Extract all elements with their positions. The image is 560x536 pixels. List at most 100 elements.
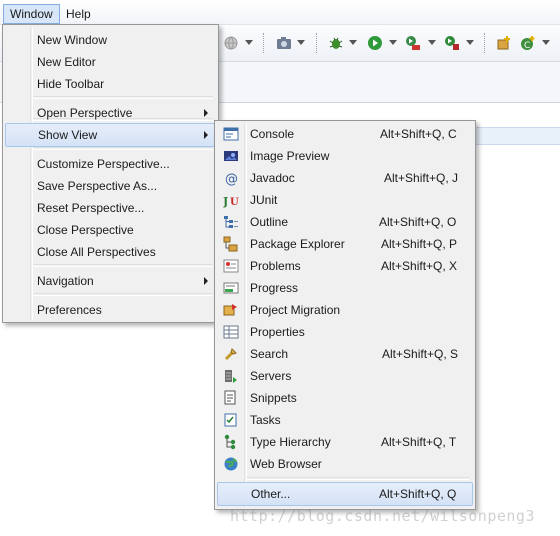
svg-text:@: @ bbox=[225, 172, 238, 186]
run-dropdown-icon[interactable] bbox=[389, 40, 397, 45]
menu-item-label: Preferences bbox=[37, 303, 102, 317]
external-tools-icon[interactable] bbox=[444, 35, 460, 51]
menu-item-new-editor[interactable]: New Editor bbox=[6, 51, 215, 73]
shortcut-label: Alt+Shift+Q, T bbox=[381, 435, 457, 449]
search-icon bbox=[224, 348, 237, 361]
menu-item-label: Navigation bbox=[37, 274, 94, 288]
view-item-problems[interactable]: Problems Alt+Shift+Q, X bbox=[218, 255, 471, 277]
view-item-label: Type Hierarchy bbox=[250, 435, 331, 449]
globe-icon[interactable] bbox=[223, 35, 239, 51]
view-item-web-browser[interactable]: Web Browser bbox=[218, 453, 471, 475]
view-item-junit[interactable]: J U JUnit bbox=[218, 189, 471, 211]
shortcut-label: Alt+Shift+Q, S bbox=[382, 347, 459, 361]
view-item-label: Outline bbox=[250, 215, 289, 229]
show-view-submenu: Console Alt+Shift+Q, C Image Preview @ Javad… bbox=[214, 120, 476, 510]
menu-separator bbox=[33, 264, 213, 267]
menu-item-show-view[interactable]: Show View bbox=[5, 123, 216, 147]
toolbar-separator bbox=[263, 33, 265, 53]
menu-item-label: Hide Toolbar bbox=[37, 77, 105, 91]
view-item-label: Javadoc bbox=[250, 171, 295, 185]
menu-window[interactable]: Window bbox=[3, 4, 60, 24]
coverage-dropdown-icon[interactable] bbox=[428, 40, 436, 45]
new-class-dropdown-icon[interactable] bbox=[542, 40, 550, 45]
menu-item-preferences[interactable]: Preferences bbox=[6, 299, 215, 321]
javadoc-icon: @ bbox=[225, 172, 238, 186]
globe-dropdown-icon[interactable] bbox=[245, 40, 253, 45]
menu-help[interactable]: Help bbox=[60, 4, 97, 24]
submenu-arrow-icon bbox=[204, 277, 208, 285]
view-item-search[interactable]: Search Alt+Shift+Q, S bbox=[218, 343, 471, 365]
coverage-icon[interactable] bbox=[405, 35, 421, 51]
menu-item-label: Close All Perspectives bbox=[37, 245, 156, 259]
view-item-label: Tasks bbox=[250, 413, 281, 427]
view-item-label: Servers bbox=[250, 369, 292, 383]
menu-item-close-all-perspectives[interactable]: Close All Perspectives bbox=[6, 241, 215, 263]
view-item-javadoc[interactable]: @ Javadoc Alt+Shift+Q, J bbox=[218, 167, 471, 189]
debug-dropdown-icon[interactable] bbox=[349, 40, 357, 45]
tasks-icon bbox=[224, 413, 237, 427]
submenu-arrow-icon bbox=[204, 131, 208, 139]
view-item-label: Package Explorer bbox=[250, 237, 345, 251]
outline-icon bbox=[224, 216, 238, 228]
menu-separator bbox=[247, 477, 469, 480]
menu-separator bbox=[33, 96, 213, 99]
new-class-icon[interactable]: C bbox=[520, 35, 536, 51]
view-item-label: Snippets bbox=[250, 391, 297, 405]
menu-item-customize-perspective[interactable]: Customize Perspective... bbox=[6, 153, 215, 175]
view-item-project-migration[interactable]: Project Migration bbox=[218, 299, 471, 321]
menu-item-label: New Window bbox=[37, 33, 108, 47]
view-item-console[interactable]: Console Alt+Shift+Q, C bbox=[218, 123, 471, 145]
toolbar-separator bbox=[484, 33, 486, 53]
web-browser-icon bbox=[224, 457, 238, 471]
menu-item-label: Close Perspective bbox=[37, 223, 134, 237]
type-hierarchy-icon bbox=[224, 434, 236, 450]
view-item-label: Progress bbox=[250, 281, 299, 295]
menu-item-open-perspective[interactable]: Open Perspective bbox=[6, 102, 215, 124]
console-icon bbox=[223, 127, 239, 141]
svg-text:U: U bbox=[230, 197, 239, 208]
snippets-icon bbox=[224, 390, 236, 405]
view-item-progress[interactable]: Progress bbox=[218, 277, 471, 299]
view-item-label: Properties bbox=[250, 325, 305, 339]
view-item-properties[interactable]: Properties bbox=[218, 321, 471, 343]
view-item-image-preview[interactable]: Image Preview bbox=[218, 145, 471, 167]
view-item-other[interactable]: Other... Alt+Shift+Q, Q bbox=[217, 482, 473, 506]
svg-text:C: C bbox=[524, 41, 530, 51]
debug-icon[interactable] bbox=[328, 35, 344, 51]
editor-current-line bbox=[470, 127, 560, 145]
view-item-tasks[interactable]: Tasks bbox=[218, 409, 471, 431]
shortcut-label: Alt+Shift+Q, C bbox=[380, 127, 457, 141]
progress-icon bbox=[223, 282, 239, 294]
svg-text:J: J bbox=[223, 195, 228, 208]
view-item-snippets[interactable]: Snippets bbox=[218, 387, 471, 409]
menu-item-reset-perspective[interactable]: Reset Perspective... bbox=[6, 197, 215, 219]
menu-bar: Window Help bbox=[0, 0, 560, 25]
menu-item-navigation[interactable]: Navigation bbox=[6, 270, 215, 292]
properties-icon bbox=[223, 325, 239, 339]
camera-icon[interactable] bbox=[276, 35, 292, 51]
menu-item-close-perspective[interactable]: Close Perspective bbox=[6, 219, 215, 241]
external-tools-dropdown-icon[interactable] bbox=[466, 40, 474, 45]
shortcut-label: Alt+Shift+Q, P bbox=[381, 237, 458, 251]
run-icon[interactable] bbox=[367, 35, 383, 51]
menu-separator bbox=[33, 293, 213, 296]
shortcut-label: Alt+Shift+Q, X bbox=[381, 259, 458, 273]
shortcut-label: Alt+Shift+Q, O bbox=[379, 215, 457, 229]
view-item-package-explorer[interactable]: Package Explorer Alt+Shift+Q, P bbox=[218, 233, 471, 255]
view-item-label: Other... bbox=[251, 487, 291, 501]
view-item-label: Image Preview bbox=[250, 149, 330, 163]
camera-dropdown-icon[interactable] bbox=[297, 40, 305, 45]
view-item-servers[interactable]: Servers bbox=[218, 365, 471, 387]
menu-item-new-window[interactable]: New Window bbox=[6, 29, 215, 51]
view-item-label: JUnit bbox=[250, 193, 278, 207]
view-item-label: Problems bbox=[250, 259, 301, 273]
new-package-icon[interactable] bbox=[496, 35, 512, 51]
menu-item-save-perspective-as[interactable]: Save Perspective As... bbox=[6, 175, 215, 197]
project-migration-icon bbox=[223, 304, 237, 316]
problems-icon bbox=[223, 259, 239, 273]
menu-item-hide-toolbar[interactable]: Hide Toolbar bbox=[6, 73, 215, 95]
view-item-label: Search bbox=[250, 347, 289, 361]
view-item-type-hierarchy[interactable]: Type Hierarchy Alt+Shift+Q, T bbox=[218, 431, 471, 453]
menu-item-label: Show View bbox=[38, 128, 98, 142]
view-item-outline[interactable]: Outline Alt+Shift+Q, O bbox=[218, 211, 471, 233]
